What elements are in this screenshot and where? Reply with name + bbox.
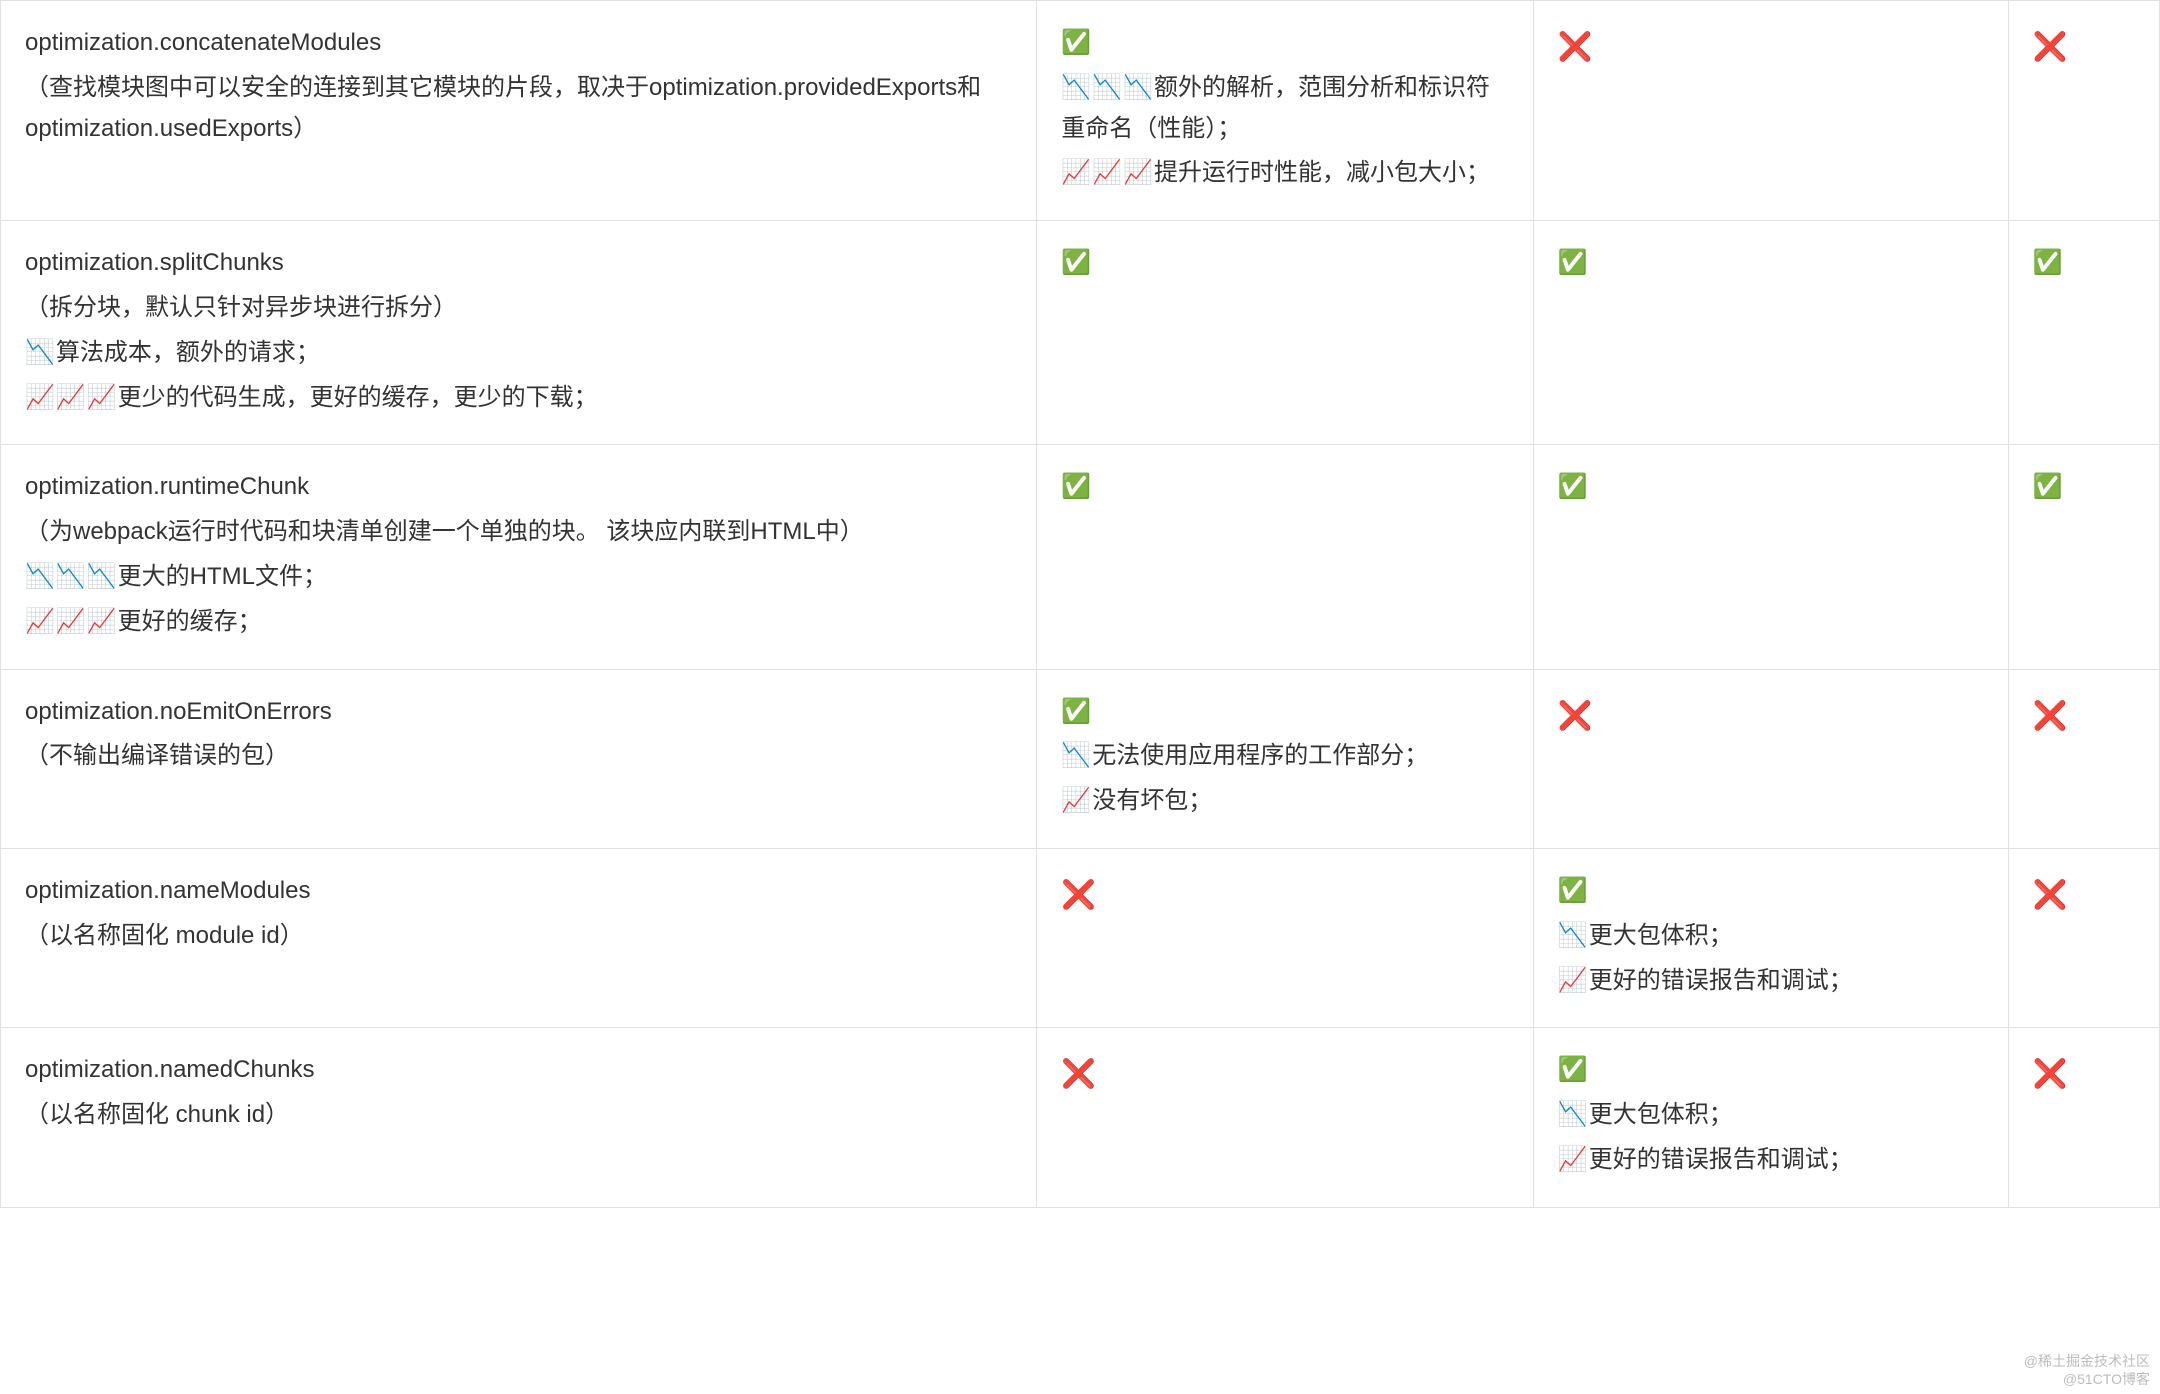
option-desc: （以名称固化 module id） bbox=[25, 916, 1012, 957]
option-desc: （拆分块，默认只针对异步块进行拆分） bbox=[25, 288, 1012, 329]
table-row: optimization.noEmitOnErrors（不输出编译错误的包） ✅ 📉… bbox=[1, 669, 2160, 848]
option-title: optimization.namedChunks bbox=[25, 1050, 1012, 1091]
option-desc: （查找模块图中可以安全的连接到其它模块的片段，取决于optimization.p… bbox=[25, 68, 1012, 150]
cell-option: optimization.noEmitOnErrors（不输出编译错误的包） bbox=[1, 669, 1037, 848]
cell-col4: ❌ bbox=[2008, 1, 2159, 221]
cell-detail-text: 更大包体积； bbox=[1589, 922, 1733, 949]
cell-col4: ❌ bbox=[2008, 848, 2159, 1027]
cell-detail-text: 更好的错误报告和调试； bbox=[1589, 1146, 1853, 1173]
cell-option: optimization.nameModules（以名称固化 module id… bbox=[1, 848, 1037, 1027]
option-desc: （不输出编译错误的包） bbox=[25, 736, 1012, 777]
option-title: optimization.splitChunks bbox=[25, 243, 1012, 284]
trend-icon: 📉 bbox=[1061, 742, 1092, 769]
table-row: optimization.namedChunks（以名称固化 chunk id）… bbox=[1, 1028, 2160, 1207]
check-icon: ✅ bbox=[2033, 473, 2063, 500]
cell-col3: ✅📉更大包体积；📈更好的错误报告和调试； bbox=[1533, 1028, 2008, 1207]
cell-detail-text: 更好的缓存； bbox=[118, 608, 262, 635]
check-icon: ✅ bbox=[1558, 1056, 1588, 1083]
option-title: optimization.noEmitOnErrors bbox=[25, 692, 1012, 733]
cell-detail-text: 更好的错误报告和调试； bbox=[1589, 967, 1853, 994]
cross-icon: ❌ bbox=[2033, 700, 2068, 731]
trend-icon: 📈📈📈 bbox=[1061, 159, 1154, 186]
trend-icon: 📈 bbox=[1558, 967, 1589, 994]
cell-detail-text: 更大的HTML文件； bbox=[118, 563, 327, 590]
cell-detail-line: 📉更大包体积； bbox=[1558, 916, 1984, 957]
cell-col4: ✅ bbox=[2008, 221, 2159, 445]
cell-col3: ❌ bbox=[1533, 1, 2008, 221]
cell-detail-text: 没有坏包； bbox=[1092, 787, 1212, 814]
cell-col4: ✅ bbox=[2008, 445, 2159, 669]
check-icon: ✅ bbox=[1061, 249, 1091, 276]
cell-col4: ❌ bbox=[2008, 669, 2159, 848]
cell-detail-text: 提升运行时性能，减小包大小； bbox=[1154, 159, 1490, 186]
cell-detail-line: 📈更好的错误报告和调试； bbox=[1558, 961, 1984, 1002]
trend-icon: 📉 bbox=[25, 339, 56, 366]
cell-col3: ✅ bbox=[1533, 445, 2008, 669]
cell-detail-line: 📉算法成本，额外的请求； bbox=[25, 333, 1012, 374]
trend-icon: 📈📈📈 bbox=[25, 608, 118, 635]
cell-detail-text: 无法使用应用程序的工作部分； bbox=[1092, 742, 1428, 769]
cell-detail-line: 📈没有坏包； bbox=[1061, 781, 1509, 822]
cell-option: optimization.runtimeChunk（为webpack运行时代码和… bbox=[1, 445, 1037, 669]
config-table: optimization.concatenateModules（查找模块图中可以… bbox=[0, 0, 2160, 1208]
trend-icon: 📈 bbox=[1061, 787, 1092, 814]
check-icon: ✅ bbox=[1558, 473, 1588, 500]
cross-icon: ❌ bbox=[2033, 1058, 2068, 1089]
cell-detail-line: 📈更好的错误报告和调试； bbox=[1558, 1140, 1984, 1181]
trend-icon: 📈 bbox=[1558, 1146, 1589, 1173]
cross-icon: ❌ bbox=[1558, 31, 1593, 62]
trend-icon: 📈📈📈 bbox=[25, 384, 118, 411]
cell-col2: ✅📉无法使用应用程序的工作部分；📈没有坏包； bbox=[1037, 669, 1534, 848]
check-icon: ✅ bbox=[1558, 877, 1588, 904]
check-icon: ✅ bbox=[2033, 249, 2063, 276]
watermark-bottom-right: @稀土掘金技术社区 @51CTO博客 bbox=[2024, 1352, 2150, 1388]
cell-detail-line: 📈📈📈提升运行时性能，减小包大小； bbox=[1061, 153, 1509, 194]
trend-icon: 📉 bbox=[1558, 1101, 1589, 1128]
table-row: optimization.nameModules（以名称固化 module id… bbox=[1, 848, 2160, 1027]
cell-detail-text: 算法成本，额外的请求； bbox=[56, 339, 320, 366]
cell-col2: ✅📉📉📉额外的解析，范围分析和标识符重命名（性能）；📈📈📈提升运行时性能，减小包… bbox=[1037, 1, 1534, 221]
cross-icon: ❌ bbox=[1061, 879, 1096, 910]
cell-detail-line: 📉更大包体积； bbox=[1558, 1095, 1984, 1136]
cross-icon: ❌ bbox=[1558, 700, 1593, 731]
table-row: optimization.runtimeChunk（为webpack运行时代码和… bbox=[1, 445, 2160, 669]
option-title: optimization.runtimeChunk bbox=[25, 467, 1012, 508]
trend-icon: 📉📉📉 bbox=[25, 563, 118, 590]
cell-col2: ❌ bbox=[1037, 848, 1534, 1027]
option-title: optimization.nameModules bbox=[25, 871, 1012, 912]
cell-col3: ✅📉更大包体积；📈更好的错误报告和调试； bbox=[1533, 848, 2008, 1027]
cell-detail-line: 📉无法使用应用程序的工作部分； bbox=[1061, 736, 1509, 777]
cell-col2: ✅ bbox=[1037, 445, 1534, 669]
cell-option: optimization.concatenateModules（查找模块图中可以… bbox=[1, 1, 1037, 221]
trend-icon: 📉📉📉 bbox=[1061, 74, 1154, 101]
cell-detail-text: 更少的代码生成，更好的缓存，更少的下载； bbox=[118, 384, 598, 411]
cell-col2: ❌ bbox=[1037, 1028, 1534, 1207]
check-icon: ✅ bbox=[1061, 698, 1091, 725]
check-icon: ✅ bbox=[1061, 473, 1091, 500]
cell-col4: ❌ bbox=[2008, 1028, 2159, 1207]
cell-detail-line: 📈📈📈更好的缓存； bbox=[25, 602, 1012, 643]
cell-option: optimization.namedChunks（以名称固化 chunk id） bbox=[1, 1028, 1037, 1207]
trend-icon: 📉 bbox=[1558, 922, 1589, 949]
cell-col2: ✅ bbox=[1037, 221, 1534, 445]
cell-detail-line: 📉📉📉额外的解析，范围分析和标识符重命名（性能）； bbox=[1061, 68, 1509, 150]
option-desc: （以名称固化 chunk id） bbox=[25, 1095, 1012, 1136]
cross-icon: ❌ bbox=[2033, 31, 2068, 62]
option-desc: （为webpack运行时代码和块清单创建一个单独的块。 该块应内联到HTML中） bbox=[25, 512, 1012, 553]
cross-icon: ❌ bbox=[2033, 879, 2068, 910]
cell-detail-line: 📈📈📈更少的代码生成，更好的缓存，更少的下载； bbox=[25, 378, 1012, 419]
check-icon: ✅ bbox=[1061, 29, 1091, 56]
table-row: optimization.concatenateModules（查找模块图中可以… bbox=[1, 1, 2160, 221]
cell-col3: ❌ bbox=[1533, 669, 2008, 848]
cell-detail-text: 更大包体积； bbox=[1589, 1101, 1733, 1128]
cell-detail-line: 📉📉📉更大的HTML文件； bbox=[25, 557, 1012, 598]
cell-col3: ✅ bbox=[1533, 221, 2008, 445]
cross-icon: ❌ bbox=[1061, 1058, 1096, 1089]
table-row: optimization.splitChunks（拆分块，默认只针对异步块进行拆… bbox=[1, 221, 2160, 445]
check-icon: ✅ bbox=[1558, 249, 1588, 276]
cell-option: optimization.splitChunks（拆分块，默认只针对异步块进行拆… bbox=[1, 221, 1037, 445]
option-title: optimization.concatenateModules bbox=[25, 23, 1012, 64]
